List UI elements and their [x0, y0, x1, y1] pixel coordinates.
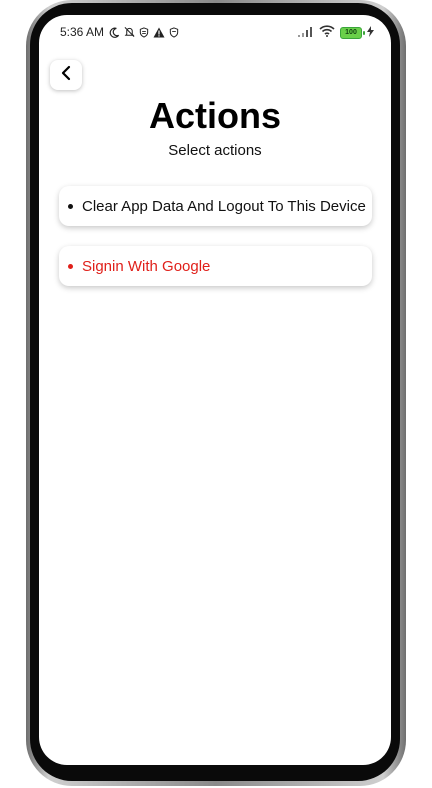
- warning-icon: [153, 26, 165, 38]
- shield-icon: [138, 26, 150, 38]
- bullet-icon: [68, 203, 73, 209]
- page-subtitle: Select actions: [168, 142, 262, 159]
- back-button[interactable]: [50, 60, 82, 90]
- shield-icon: [168, 26, 180, 38]
- chevron-left-icon: [60, 65, 72, 86]
- action-label: Signin With Google: [82, 257, 211, 275]
- wifi-icon: [319, 25, 335, 40]
- status-left: 5:36 AM: [60, 25, 180, 39]
- status-time: 5:36 AM: [60, 25, 105, 39]
- battery-icon: 100: [340, 26, 365, 39]
- bell-off-icon: [123, 26, 135, 38]
- status-right: 100: [298, 25, 374, 40]
- charging-icon: [367, 25, 374, 40]
- signin-google-button[interactable]: Signin With Google: [59, 246, 372, 286]
- clear-data-logout-button[interactable]: Clear App Data And Logout To This Device: [59, 186, 372, 226]
- signal-icon: [298, 26, 314, 40]
- moon-icon: [108, 26, 120, 38]
- status-bar: 5:36 AM 100: [39, 23, 391, 43]
- bullet-icon: [68, 263, 73, 269]
- app-screen: 5:36 AM 100 Actions Select actions Clear…: [39, 15, 391, 765]
- page-title: Actions: [148, 95, 281, 136]
- action-label: Clear App Data And Logout To This Device: [82, 197, 366, 215]
